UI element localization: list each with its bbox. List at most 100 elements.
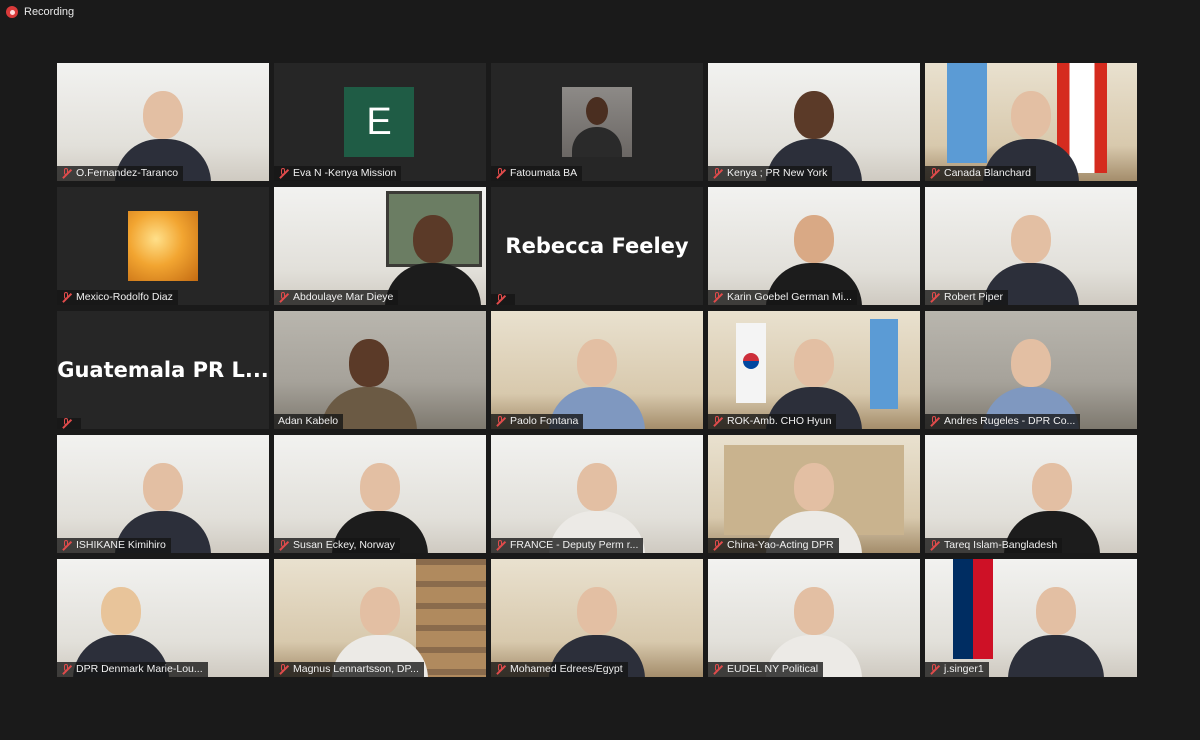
video-tile[interactable]: Magnus Lennartsson, DP... <box>274 559 486 677</box>
participant-name-tag: Karin Goebel German Mi... <box>708 290 857 305</box>
avatar <box>128 211 198 281</box>
video-feed <box>708 559 920 677</box>
participant-display-name: Rebecca Feeley <box>505 234 689 258</box>
participant-name: Paolo Fontana <box>510 415 579 427</box>
participant-name-tag: ISHIKANE Kimihiro <box>57 538 171 553</box>
video-tile[interactable]: ISHIKANE Kimihiro <box>57 435 269 553</box>
participant-name-tag: Andres Rugeles - DPR Co... <box>925 414 1081 429</box>
video-tile[interactable]: Rebecca Feeley <box>491 187 703 305</box>
un-flag <box>870 319 898 409</box>
muted-mic-icon <box>712 664 723 675</box>
video-feed <box>708 435 920 553</box>
video-tile[interactable]: Canada Blanchard <box>925 63 1137 181</box>
participant-name-tag: Tareq Islam-Bangladesh <box>925 538 1063 553</box>
participant-name: Eva N -Kenya Mission <box>293 167 397 179</box>
video-tile[interactable]: Susan Eckey, Norway <box>274 435 486 553</box>
participant-name: Mohamed Edrees/Egypt <box>510 663 623 675</box>
participant-name-tag: Susan Eckey, Norway <box>274 538 400 553</box>
video-tile[interactable]: E Eva N -Kenya Mission <box>274 63 486 181</box>
participant-name: EUDEL NY Political <box>727 663 819 675</box>
video-feed <box>274 311 486 429</box>
video-feed <box>491 311 703 429</box>
participant-name: j.singer1 <box>944 663 984 675</box>
video-tile[interactable]: Paolo Fontana <box>491 311 703 429</box>
muted-mic-icon <box>712 292 723 303</box>
muted-mic-icon <box>929 416 940 427</box>
korea-flag <box>736 323 766 403</box>
video-feed <box>925 311 1137 429</box>
recording-label: Recording <box>24 6 75 18</box>
recording-indicator[interactable]: Recording <box>6 6 74 18</box>
video-tile[interactable]: Mexico-Rodolfo Diaz <box>57 187 269 305</box>
muted-mic-icon <box>278 168 289 179</box>
muted-mic-icon <box>61 664 72 675</box>
video-tile[interactable]: O.Fernandez-Taranco <box>57 63 269 181</box>
participant-name-tag: Magnus Lennartsson, DP... <box>274 662 424 677</box>
video-feed <box>491 559 703 677</box>
participant-name-tag: Robert Piper <box>925 290 1008 305</box>
video-feed <box>708 311 920 429</box>
participant-name: Adan Kabelo <box>278 415 339 427</box>
participant-name: Tareq Islam-Bangladesh <box>944 539 1058 551</box>
muted-mic-icon <box>929 292 940 303</box>
participant-name: Kenya ; PR New York <box>727 167 828 179</box>
video-feed <box>274 559 486 677</box>
active-speaker-tile[interactable]: Adan Kabelo <box>274 311 486 429</box>
video-tile[interactable]: FRANCE - Deputy Perm r... <box>491 435 703 553</box>
muted-mic-icon <box>495 664 506 675</box>
video-tile[interactable]: Kenya ; PR New York <box>708 63 920 181</box>
participant-name-tag: O.Fernandez-Taranco <box>57 166 184 181</box>
participant-name-tag: FRANCE - Deputy Perm r... <box>491 538 644 553</box>
participant-name: DPR Denmark Marie-Lou... <box>76 663 203 675</box>
avatar <box>562 87 632 157</box>
video-tile[interactable]: Karin Goebel German Mi... <box>708 187 920 305</box>
video-tile[interactable]: j.singer1 <box>925 559 1137 677</box>
video-tile[interactable]: Abdoulaye Mar Dieye <box>274 187 486 305</box>
participant-name-tag: Mexico-Rodolfo Diaz <box>57 290 178 305</box>
video-feed <box>57 435 269 553</box>
video-tile[interactable]: Mohamed Edrees/Egypt <box>491 559 703 677</box>
video-tile[interactable]: China-Yao-Acting DPR <box>708 435 920 553</box>
video-tile[interactable]: Fatoumata BA <box>491 63 703 181</box>
video-tile[interactable]: DPR Denmark Marie-Lou... <box>57 559 269 677</box>
video-feed <box>708 63 920 181</box>
muted-mic-icon <box>61 292 72 303</box>
participant-name-tag: Mohamed Edrees/Egypt <box>491 662 628 677</box>
video-tile[interactable]: Andres Rugeles - DPR Co... <box>925 311 1137 429</box>
muted-mic-icon <box>495 416 506 427</box>
participant-name-tag: Eva N -Kenya Mission <box>274 166 402 181</box>
video-tile[interactable]: ROK-Amb. CHO Hyun <box>708 311 920 429</box>
un-flag <box>947 63 987 163</box>
participant-name: Susan Eckey, Norway <box>293 539 395 551</box>
video-feed <box>274 435 486 553</box>
video-tile[interactable]: EUDEL NY Political <box>708 559 920 677</box>
participant-name-tag <box>491 294 515 305</box>
participant-name: Abdoulaye Mar Dieye <box>293 291 394 303</box>
video-tile[interactable]: Robert Piper <box>925 187 1137 305</box>
video-tile[interactable]: Guatemala PR L... <box>57 311 269 429</box>
muted-mic-icon <box>712 416 723 427</box>
participant-name-tag: Fatoumata BA <box>491 166 583 181</box>
participant-name-tag: China-Yao-Acting DPR <box>708 538 839 553</box>
video-feed <box>57 63 269 181</box>
muted-mic-icon <box>278 540 289 551</box>
participant-name-tag: Abdoulaye Mar Dieye <box>274 290 399 305</box>
video-feed <box>925 435 1137 553</box>
video-tile[interactable]: Tareq Islam-Bangladesh <box>925 435 1137 553</box>
participant-name: Canada Blanchard <box>944 167 1031 179</box>
participant-name: Fatoumata BA <box>510 167 578 179</box>
participant-name: Magnus Lennartsson, DP... <box>293 663 419 675</box>
muted-mic-icon <box>495 168 506 179</box>
muted-mic-icon <box>929 540 940 551</box>
video-feed <box>925 187 1137 305</box>
muted-mic-icon <box>61 168 72 179</box>
muted-mic-icon <box>929 168 940 179</box>
gallery-grid: O.Fernandez-Taranco E Eva N -Kenya Missi… <box>57 63 1137 679</box>
video-feed <box>708 187 920 305</box>
participant-name: O.Fernandez-Taranco <box>76 167 179 179</box>
dominican-flag <box>953 559 993 659</box>
muted-mic-icon <box>61 418 72 429</box>
muted-mic-icon <box>929 664 940 675</box>
avatar: E <box>344 87 414 157</box>
participant-name-tag: j.singer1 <box>925 662 989 677</box>
